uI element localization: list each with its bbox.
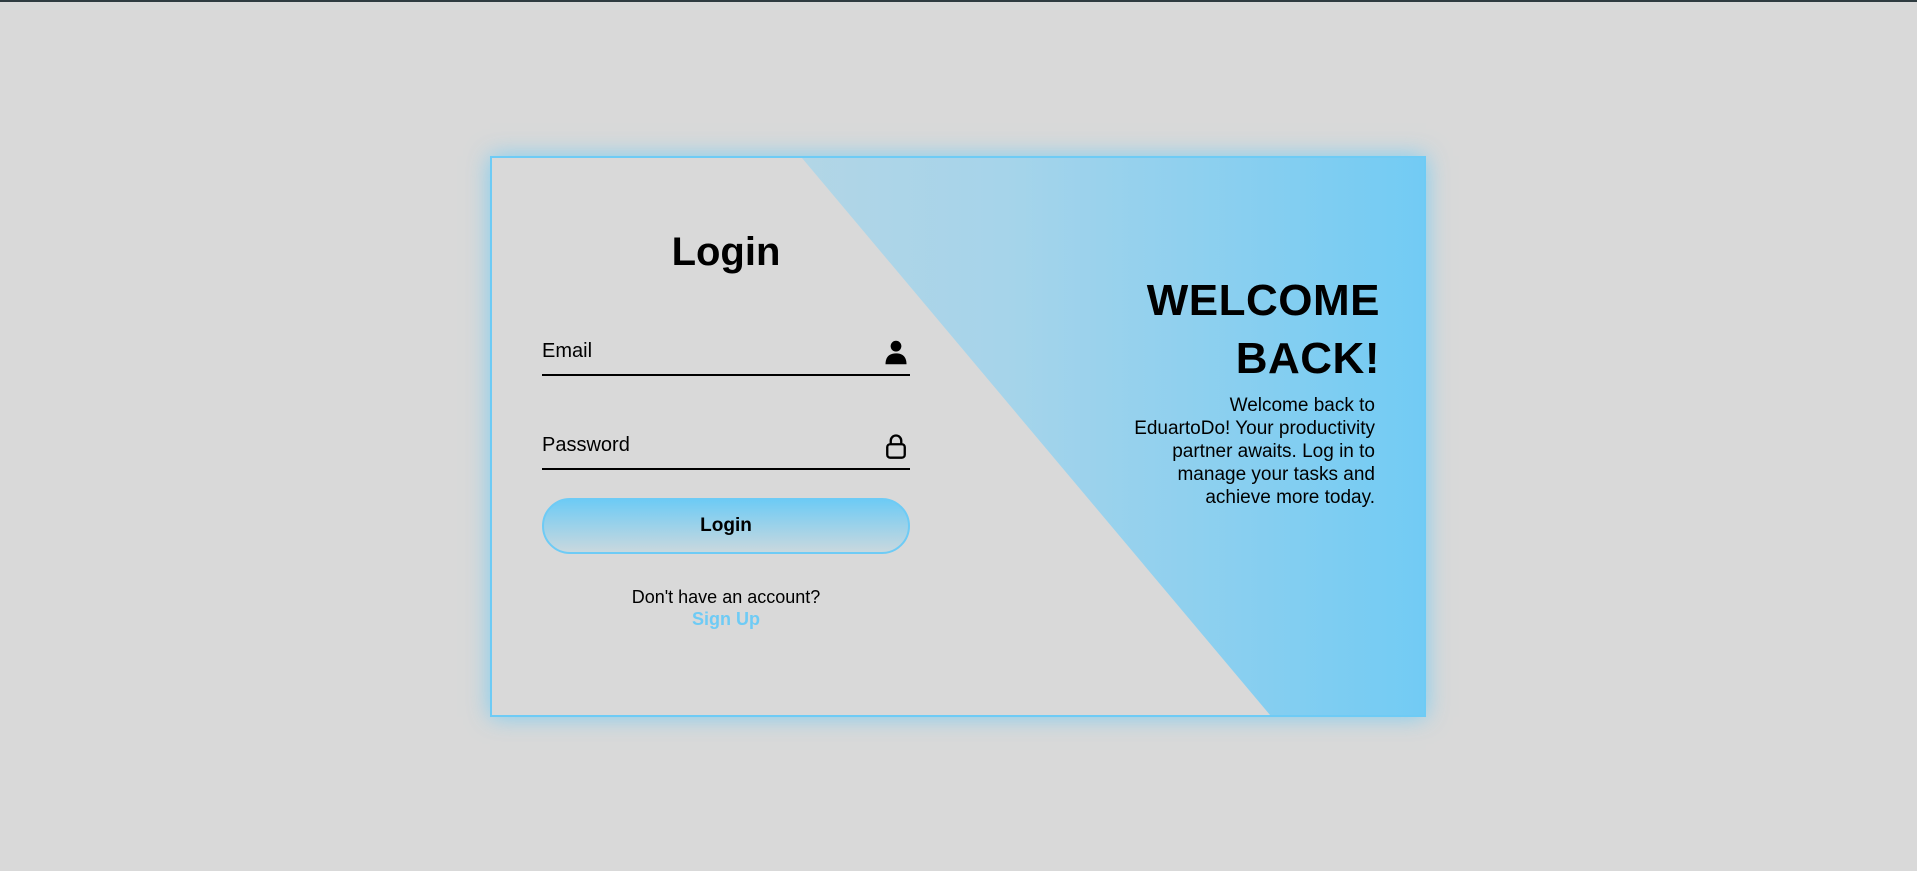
welcome-message: Welcome back to EduartoDo! Your producti… xyxy=(1134,395,1375,508)
user-icon xyxy=(885,340,907,365)
lock-icon xyxy=(886,434,906,459)
login-title: Login xyxy=(671,230,781,274)
password-field-wrapper xyxy=(542,422,910,470)
signup-link[interactable]: Sign Up xyxy=(542,608,910,630)
email-field[interactable] xyxy=(542,328,872,374)
signup-prompt-block: Don't have an account? Sign Up xyxy=(542,586,910,630)
login-button[interactable]: Login xyxy=(542,498,910,554)
welcome-section: WELCOME BACK! Welcome back to EduartoDo!… xyxy=(1130,272,1380,509)
login-card: Login Login Don't have an account? Sign … xyxy=(490,156,1426,717)
password-field[interactable] xyxy=(542,422,872,468)
welcome-title: WELCOME BACK! xyxy=(1146,276,1380,383)
email-field-wrapper xyxy=(542,328,910,376)
signup-prompt: Don't have an account? xyxy=(631,587,821,607)
top-strip xyxy=(0,0,1917,2)
